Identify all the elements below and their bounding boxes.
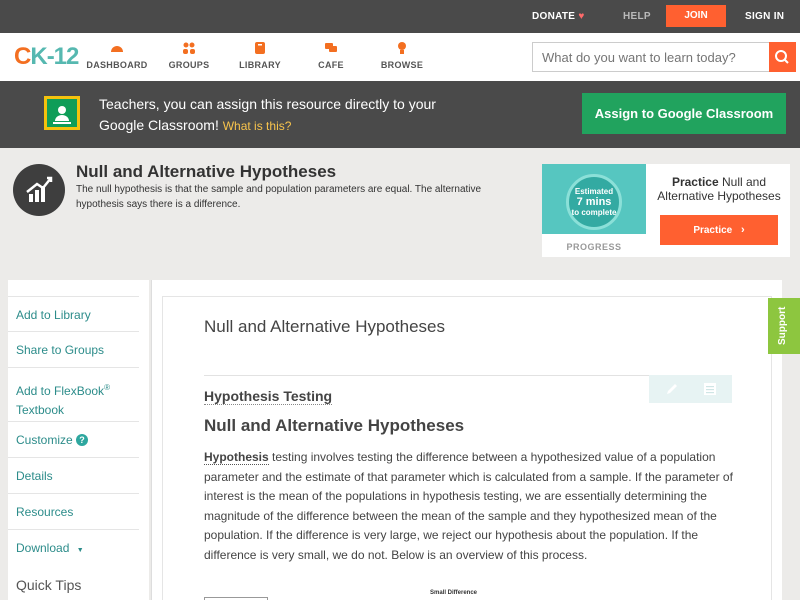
chevron-right-icon: › — [741, 224, 745, 236]
practice-card: Estimated 7 mins to complete PROGRESS Pr… — [542, 164, 790, 257]
nav-dashboard[interactable]: DASHBOARD — [82, 41, 152, 70]
sidebar-add-to-flexbook[interactable]: Add to FlexBook® Textbook — [8, 368, 139, 422]
help-icon[interactable]: ? — [76, 434, 89, 446]
concept-chart-icon — [13, 164, 65, 216]
sidebar: Add to Library Share to Groups Add to Fl… — [8, 280, 149, 600]
main-content: Null and Alternative Hypotheses Hypothes… — [151, 280, 782, 600]
sidebar-share-to-groups[interactable]: Share to Groups — [8, 332, 139, 368]
support-tab[interactable]: Support — [768, 298, 800, 354]
browse-icon — [398, 42, 406, 54]
practice-title: Practice Null and Alternative Hypotheses — [657, 175, 781, 203]
hypothesis-keyword[interactable]: Hypothesis — [204, 450, 269, 465]
top-bar: DONATE ♥ HELP JOIN SIGN IN — [0, 0, 800, 33]
search-icon — [775, 50, 789, 64]
progress-image: Estimated 7 mins to complete — [542, 164, 646, 234]
progress-label: PROGRESS — [566, 242, 622, 252]
document-panel: Null and Alternative Hypotheses Hypothes… — [162, 296, 772, 600]
content-paragraph: Hypothesis testing involves testing the … — [204, 450, 733, 562]
cafe-icon — [325, 43, 337, 52]
library-icon — [255, 42, 265, 54]
nav-groups[interactable]: GROUPS — [154, 41, 224, 70]
what-is-this-link[interactable]: What is this? — [223, 119, 292, 133]
pencil-icon[interactable] — [665, 382, 679, 396]
sidebar-resources[interactable]: Resources — [8, 494, 139, 530]
caret-down-icon: ▼ — [76, 547, 84, 554]
search-input[interactable] — [532, 42, 769, 72]
search-button[interactable] — [769, 42, 796, 72]
document-title: Null and Alternative Hypotheses — [204, 317, 445, 336]
estimated-time-badge: Estimated 7 mins to complete — [566, 174, 622, 230]
sidebar-customize[interactable]: Customize ? — [8, 422, 139, 458]
google-classroom-icon — [44, 96, 80, 130]
banner-message: Teachers, you can assign this resource d… — [99, 96, 436, 133]
groups-icon — [183, 42, 195, 54]
assign-google-classroom-button[interactable]: Assign to Google Classroom — [582, 93, 786, 134]
join-button[interactable]: JOIN — [666, 5, 726, 27]
notes-icon[interactable] — [703, 382, 717, 396]
section-heading: Hypothesis Testing — [204, 388, 333, 405]
heart-icon: ♥ — [578, 11, 585, 22]
content-heading: Null and Alternative Hypotheses — [204, 416, 465, 435]
sign-in-link[interactable]: SIGN IN — [745, 11, 784, 22]
concept-description: The null hypothesis is that the sample a… — [76, 184, 482, 210]
sidebar-download[interactable]: Download ▼ — [8, 530, 139, 566]
dashboard-icon — [111, 46, 123, 52]
figure-label: Small Difference — [430, 590, 478, 596]
quick-tips-heading: Quick Tips — [16, 577, 82, 593]
sidebar-details[interactable]: Details — [8, 458, 139, 494]
help-link[interactable]: HELP — [623, 11, 651, 22]
practice-button[interactable]: Practice › — [660, 215, 778, 245]
nav-browse[interactable]: BROWSE — [367, 41, 437, 70]
nav-cafe[interactable]: CAFE — [296, 41, 366, 70]
sidebar-add-to-library[interactable]: Add to Library — [8, 296, 139, 332]
donate-link[interactable]: DONATE ♥ — [532, 11, 585, 22]
concept-title: Null and Alternative Hypotheses — [76, 162, 337, 181]
nav-bar: CK-12 DASHBOARD GROUPS LIBRARY CAFE BROW… — [0, 33, 800, 81]
edit-tools — [649, 375, 732, 403]
ck12-logo[interactable]: CK-12 — [14, 43, 79, 71]
nav-library[interactable]: LIBRARY — [225, 41, 295, 70]
